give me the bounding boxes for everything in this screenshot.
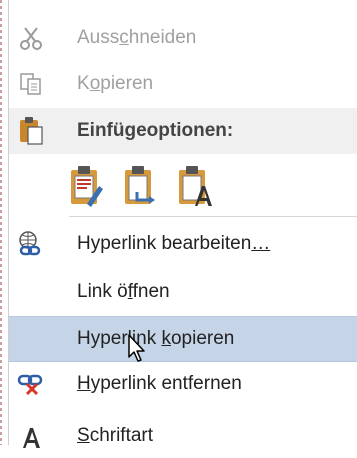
document-edge [0,0,2,445]
menu-item-copy[interactable]: Kopieren [9,62,357,106]
menu-item-copy-hyperlink-label: Hyperlink kopieren [77,328,235,349]
context-menu: Ausschneiden Kopieren Einfügeoptionen: H… [8,0,357,448]
remove-hyperlink-icon [17,370,45,398]
separator [69,216,357,217]
menu-item-font-label: Schriftart [77,425,154,446]
menu-item-copy-label: Kopieren [77,73,154,94]
menu-item-edit-hyperlink-label: Hyperlink bearbeiten… [77,233,271,254]
mouse-cursor-icon [127,333,149,363]
menu-item-cut-label: Ausschneiden [77,27,197,48]
menu-item-edit-hyperlink[interactable]: Hyperlink bearbeiten… [9,222,357,266]
keep-text-only-icon[interactable] [177,164,213,208]
menu-item-cut[interactable]: Ausschneiden [9,16,357,60]
font-icon [17,422,45,450]
menu-item-remove-hyperlink-label: Hyperlink entfernen [77,373,242,394]
hyperlink-icon [17,230,45,258]
paste-options-label: Einfügeoptionen: [77,120,234,141]
clipboard-icon [17,116,45,145]
copy-icon [17,70,45,98]
scissors-icon [17,24,45,52]
paste-options-row [69,158,213,214]
menu-item-font[interactable]: Schriftart [9,414,357,458]
menu-item-remove-hyperlink[interactable]: Hyperlink entfernen [9,362,357,406]
keep-source-formatting-icon[interactable] [69,164,105,208]
paste-options-header: Einfügeoptionen: [9,108,357,154]
merge-formatting-icon[interactable] [123,164,159,208]
menu-item-copy-hyperlink[interactable]: Hyperlink kopieren [9,316,357,362]
menu-item-open-link[interactable]: Link öffnen [9,270,357,314]
menu-item-open-link-label: Link öffnen [77,281,170,302]
